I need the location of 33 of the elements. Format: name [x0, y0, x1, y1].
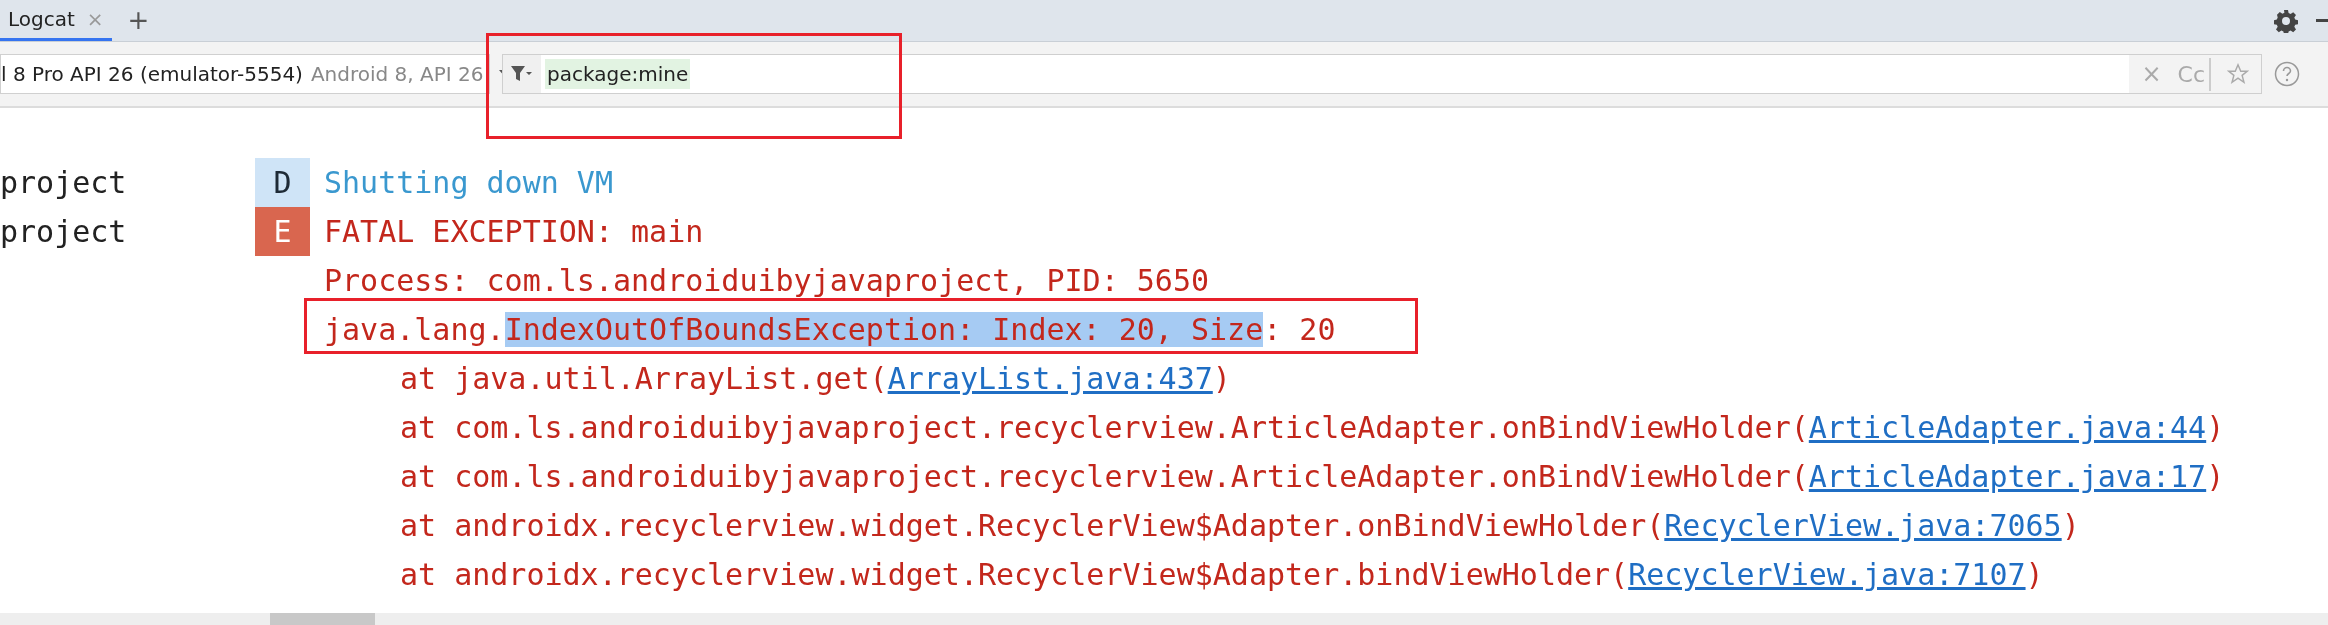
source-link[interactable]: ArticleAdapter.java:44: [1808, 410, 2207, 445]
log-text: ): [1212, 361, 1231, 396]
settings-icon[interactable]: [2274, 8, 2298, 33]
log-text: Process: com.ls.androiduibyjavaproject, PID: 5650: [324, 263, 1209, 298]
filter-icon[interactable]: [503, 55, 541, 93]
selected-text: IndexOutOfBoundsException: Index: 20, Size: [504, 312, 1264, 347]
source-link[interactable]: ArticleAdapter.java:17: [1808, 459, 2207, 494]
source-link[interactable]: RecyclerView.java:7065: [1664, 508, 2062, 543]
source-link[interactable]: ArrayList.java:437: [887, 361, 1213, 396]
add-tab-button[interactable]: +: [111, 0, 166, 41]
log-tag: project: [0, 207, 127, 256]
log-text: at androidx.recyclerview.widget.RecyclerView$Adapter.onBindViewHolder(: [400, 508, 1665, 543]
horizontal-scrollbar[interactable]: [0, 613, 2328, 625]
log-text: Shutting down VM: [324, 165, 613, 200]
log-text: FATAL EXCEPTION: main: [324, 214, 704, 249]
level-badge: E: [255, 207, 310, 256]
star-icon[interactable]: [2227, 63, 2249, 85]
log-text: at com.ls.androiduibyjavaproject.recyclerview.ArticleAdapter.onBindViewHolder(: [400, 410, 1809, 445]
log-text: at java.util.ArrayList.get(: [400, 361, 888, 396]
log-text: ): [2061, 508, 2080, 543]
log-text: ): [2206, 459, 2225, 494]
log-text: ): [2206, 410, 2225, 445]
log-text: java.lang.: [324, 312, 505, 347]
filter-field[interactable]: package:mine × Cc: [502, 54, 2262, 94]
help-icon[interactable]: [2274, 61, 2300, 87]
log-text: at androidx.recyclerview.widget.RecyclerView$Adapter.bindViewHolder(: [400, 557, 1629, 592]
log-text: ): [2025, 557, 2044, 592]
filter-query: package:mine: [545, 59, 691, 89]
log-text: : 20: [1263, 312, 1336, 347]
source-link[interactable]: RecyclerView.java:7107: [1628, 557, 2026, 592]
log-tag: project: [0, 158, 127, 207]
log-text: at com.ls.androiduibyjavaproject.recyclerview.ArticleAdapter.onBindViewHolder(: [400, 459, 1809, 494]
level-badge: D: [255, 158, 310, 207]
